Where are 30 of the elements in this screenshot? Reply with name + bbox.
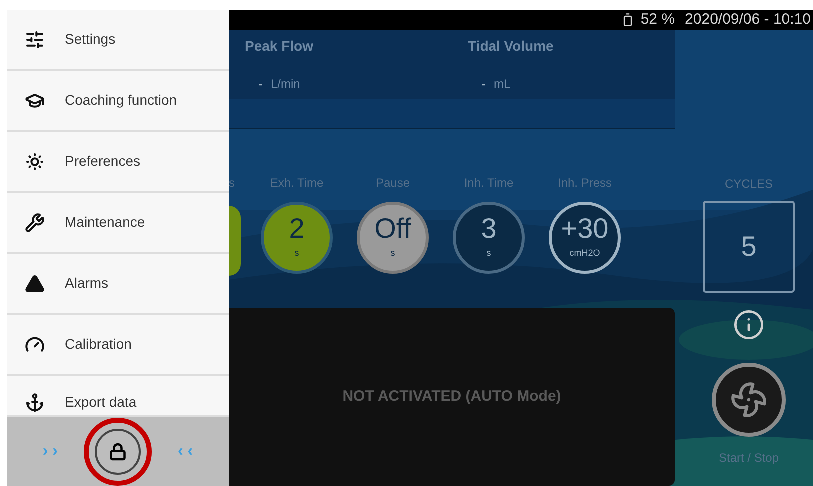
sliders-icon [25,30,45,50]
fan-icon [730,381,768,419]
parameter-label: Inh. Time [464,175,514,192]
parameter-dial[interactable] [229,206,241,276]
cycles-counter[interactable]: 5 [703,201,795,293]
parameter-label: s [229,175,235,192]
lock-button[interactable] [95,428,141,474]
date-time: 2020/09/06 - 10:10 [685,10,811,30]
swipe-arrows: › › [42,442,58,462]
battery-level: 52 % [640,10,676,30]
info-icon[interactable] [733,309,765,341]
swipe-arrows: ‹ ‹ [178,442,194,462]
gauge-icon [25,334,45,354]
start-stop-label: Start / Stop [718,450,780,467]
anchor-icon [25,392,45,412]
brightness-icon [25,152,45,172]
status-message: NOT ACTIVATED (AUTO Mode) [342,386,562,407]
metric-label: Tidal Volume [468,37,555,56]
parameter-label: Inh. Press [558,175,612,192]
wrench-icon [25,212,45,232]
lock-icon [109,442,127,460]
metric-label: Peak Flow [245,37,314,56]
metric-value: - [482,76,486,93]
parameter-label: Pause [376,175,410,192]
parameter-label: Exh. Time [270,175,324,192]
metric-unit: mL [494,76,511,93]
metric-value: - [259,76,263,93]
cycles-label: CYCLES [724,176,774,193]
metric-unit: L/min [271,76,300,93]
triangle-icon [25,274,45,294]
